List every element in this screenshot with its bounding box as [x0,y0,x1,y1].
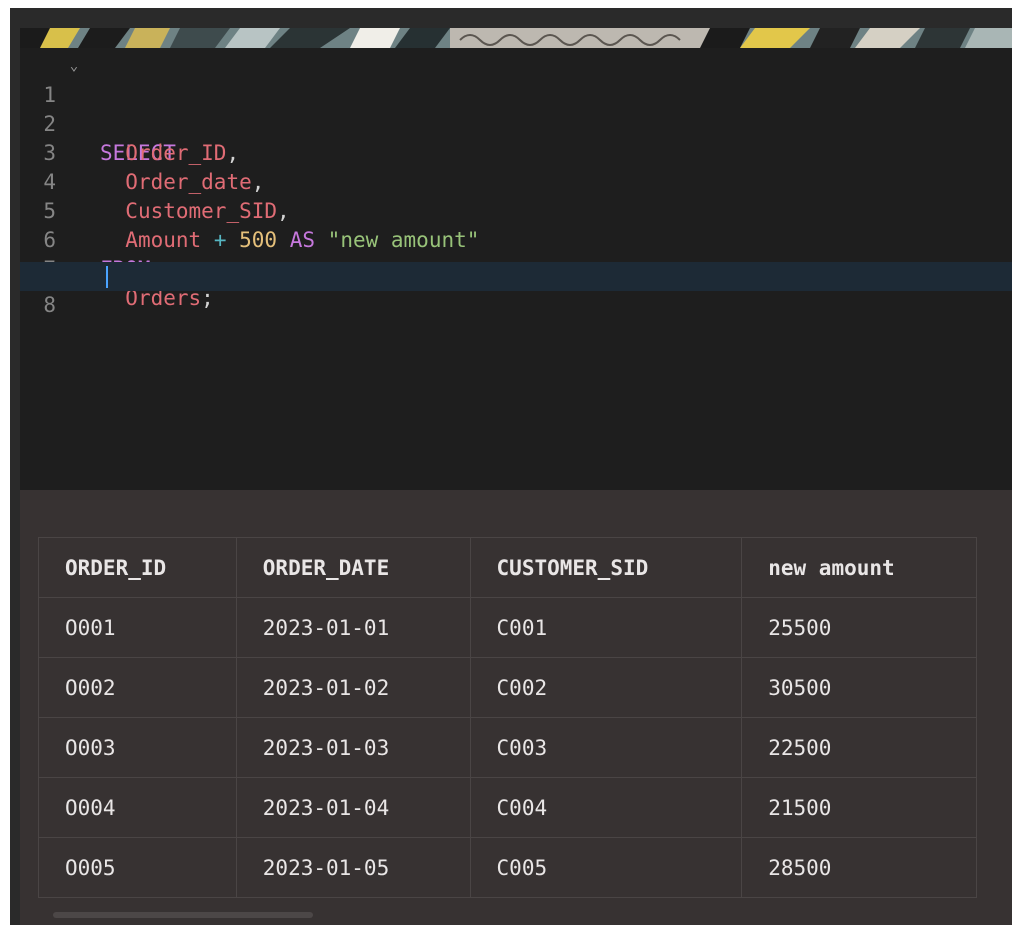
table-row[interactable]: O005 2023-01-05 C005 28500 [38,837,977,898]
table-cell: 28500 [741,837,977,898]
table-cell: C005 [469,837,743,898]
line-number: 8 [43,293,56,317]
column-header[interactable]: new amount [741,537,977,598]
column-header[interactable]: CUSTOMER_SID [469,537,743,598]
table-row[interactable]: O004 2023-01-04 C004 21500 [38,777,977,838]
table-cell: O001 [38,597,237,658]
column-header[interactable]: ORDER_DATE [235,537,471,598]
editor-line: 4 Customer_SID, [20,139,1012,223]
editor-line: 1 ⌄ SELECT [20,52,1012,165]
table-cell: 2023-01-05 [235,837,471,898]
editor-line: 2 Order_ID, [20,81,1012,165]
editor-line-active[interactable]: 8 [20,262,1012,317]
editor-line: 6 FROM [20,197,1012,281]
table-cell: 2023-01-02 [235,657,471,718]
table-cell: C002 [469,657,743,718]
table-row[interactable]: O002 2023-01-02 C002 30500 [38,657,977,718]
left-gutter-strip [10,8,20,925]
top-bar [10,8,1012,28]
table-cell: O002 [38,657,237,718]
table-cell: C004 [469,777,743,838]
table-cell: 30500 [741,657,977,718]
table-cell: 21500 [741,777,977,838]
editor-line: 3 Order_date, [20,110,1012,194]
table-header-row: ORDER_ID ORDER_DATE CUSTOMER_SID new amo… [38,537,977,598]
table-cell: O005 [38,837,237,898]
table-cell: 25500 [741,597,977,658]
editor-line: 5 Amount + 500 AS "new amount" [20,168,1012,252]
table-cell: 22500 [741,717,977,778]
sql-editor[interactable]: 1 ⌄ SELECT 2 Order_ID, 3 Order_date, 4 C… [20,48,1012,490]
results-table: ORDER_ID ORDER_DATE CUSTOMER_SID new amo… [38,537,977,898]
text-cursor [106,266,108,288]
table-cell: O003 [38,717,237,778]
table-cell: C003 [469,717,743,778]
results-panel: ORDER_ID ORDER_DATE CUSTOMER_SID new amo… [20,490,1012,925]
table-cell: 2023-01-04 [235,777,471,838]
table-cell: 2023-01-03 [235,717,471,778]
column-header[interactable]: ORDER_ID [38,537,237,598]
table-row[interactable]: O003 2023-01-03 C003 22500 [38,717,977,778]
table-cell: 2023-01-01 [235,597,471,658]
table-row[interactable]: O001 2023-01-01 C001 25500 [38,597,977,658]
decorative-banner [20,28,1012,48]
fold-chevron-icon[interactable]: ⌄ [67,52,81,81]
table-cell: O004 [38,777,237,838]
horizontal-scrollbar[interactable] [53,912,313,918]
sql-workspace: 1 ⌄ SELECT 2 Order_ID, 3 Order_date, 4 C… [10,8,1012,925]
table-cell: C001 [469,597,743,658]
editor-line: 7 Orders; [20,226,1012,310]
